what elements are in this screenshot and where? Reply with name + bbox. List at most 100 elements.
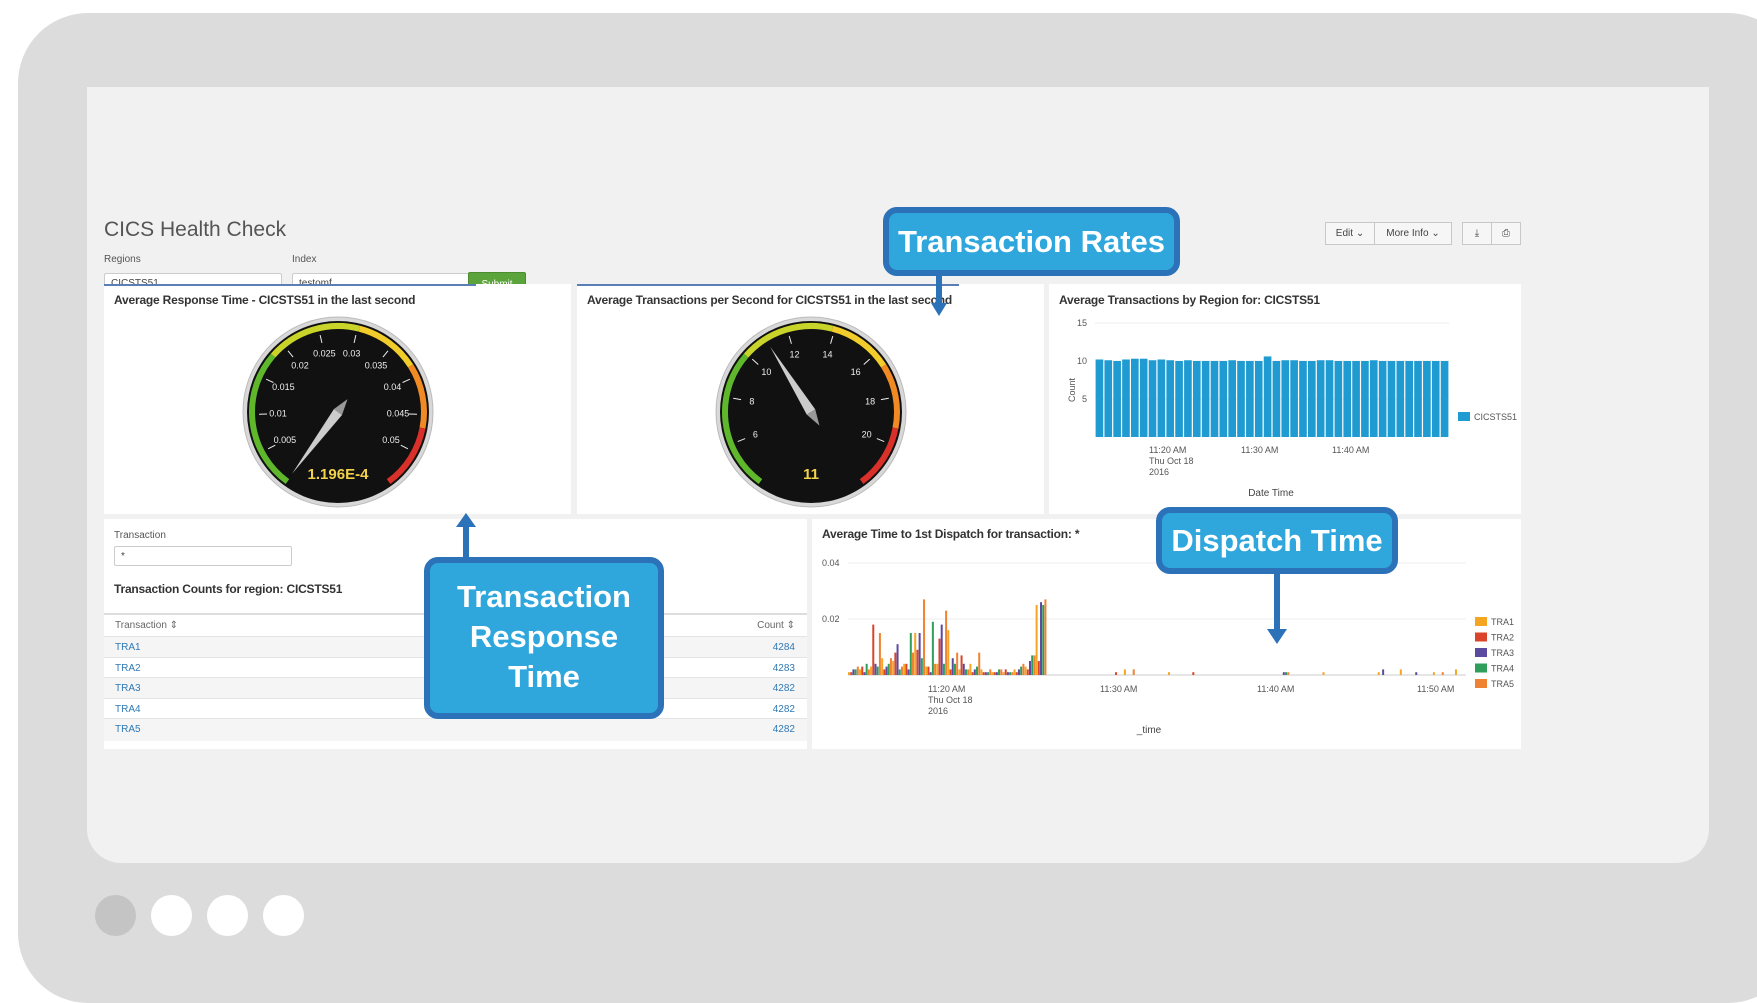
bar <box>1000 669 1002 675</box>
x-tick-label: 11:30 AM <box>1100 684 1137 694</box>
gauge-value: 1.196E-4 <box>308 466 370 483</box>
page-title: CICS Health Check <box>104 218 286 242</box>
col-transaction[interactable]: Transaction ⇕ <box>115 615 178 637</box>
bar <box>1379 361 1387 437</box>
export-button[interactable]: ⤓ <box>1462 222 1492 245</box>
bar <box>1343 361 1351 437</box>
xlabel: Date Time <box>1248 488 1294 499</box>
edit-label: Edit <box>1336 228 1353 239</box>
bar <box>890 658 892 675</box>
bar <box>1122 359 1130 437</box>
bar <box>1285 672 1287 675</box>
bar <box>996 672 998 675</box>
response-time-gauge: 0.0050.010.0150.020.0250.030.0350.040.04… <box>104 284 571 514</box>
gauge-tick-label: 8 <box>749 397 754 407</box>
gauge-tick-label: 20 <box>862 429 872 439</box>
bar <box>870 667 872 675</box>
bar <box>987 672 989 675</box>
bar <box>881 658 883 675</box>
y-tick-label: 0.02 <box>822 614 840 624</box>
legend-label: TRA5 <box>1491 679 1514 689</box>
callout-line: Response <box>430 617 658 657</box>
bar <box>1290 360 1298 437</box>
bar <box>912 653 914 675</box>
edit-button[interactable]: Edit ⌄ <box>1325 222 1375 245</box>
bar <box>1405 361 1413 437</box>
regions-label: Regions <box>104 254 141 265</box>
bar <box>958 669 960 675</box>
bar <box>932 622 934 675</box>
bar <box>879 633 881 675</box>
print-button[interactable]: ⎙ <box>1491 222 1521 245</box>
bar <box>921 658 923 675</box>
page-dot[interactable] <box>151 895 192 936</box>
page-dot[interactable] <box>263 895 304 936</box>
bar <box>1415 672 1417 675</box>
transaction-filter-input[interactable]: * <box>114 546 292 566</box>
bar <box>863 672 865 675</box>
bar <box>1202 361 1210 437</box>
transaction-link[interactable]: TRA5 <box>115 719 141 741</box>
legend-label: TRA3 <box>1491 648 1514 658</box>
bar <box>998 669 1000 675</box>
bar <box>888 664 890 675</box>
bar <box>1335 361 1343 437</box>
counts-title: Transaction Counts for region: CICSTS51 <box>114 582 342 596</box>
bar <box>952 658 954 675</box>
bar <box>855 669 857 675</box>
bar <box>930 672 932 675</box>
transaction-filter-label: Transaction <box>114 530 166 541</box>
callout-dispatch-time: Dispatch Time <box>1156 507 1398 574</box>
bar <box>936 664 938 675</box>
bar <box>967 669 969 675</box>
legend-swatch <box>1475 648 1487 657</box>
bar <box>950 669 952 675</box>
bar <box>927 667 929 675</box>
bar <box>1308 361 1316 437</box>
bar <box>1168 672 1170 675</box>
bar <box>1175 361 1183 437</box>
page-dot[interactable] <box>207 895 248 936</box>
bar <box>994 672 996 675</box>
bar <box>1104 360 1112 437</box>
bar <box>1003 672 1005 675</box>
x-tick-label: 11:50 AM <box>1417 684 1454 694</box>
col-count[interactable]: Count ⇕ <box>757 615 795 637</box>
more-info-label: More Info <box>1386 228 1428 239</box>
pagination-dots <box>95 895 304 936</box>
bar <box>874 664 876 675</box>
gauge-tick-label: 0.015 <box>272 382 295 392</box>
gauge-tick-label: 12 <box>789 349 799 359</box>
bar <box>974 669 976 675</box>
bar <box>1158 359 1166 437</box>
bar <box>852 669 854 675</box>
bar <box>1255 361 1263 437</box>
more-info-button[interactable]: More Info ⌄ <box>1374 222 1452 245</box>
bar <box>1211 361 1219 437</box>
date-line1: Thu Oct 18 <box>928 695 973 705</box>
date-line2: 2016 <box>928 706 948 716</box>
bar <box>905 664 907 675</box>
bar <box>1133 669 1135 675</box>
bar <box>1027 669 1029 675</box>
bar <box>1149 360 1157 437</box>
bar <box>1042 605 1044 675</box>
bar <box>910 633 912 675</box>
bar <box>1317 360 1325 437</box>
bar <box>857 667 859 675</box>
bar <box>901 667 903 675</box>
bar <box>1040 602 1042 675</box>
bar <box>1388 361 1396 437</box>
gauge-tick-label: 6 <box>753 429 758 439</box>
legend-swatch <box>1475 664 1487 673</box>
gauge-value: 11 <box>803 466 819 483</box>
bar <box>1011 672 1013 675</box>
by-region-chart: Count Thu Oct 18 2016 Date Time CICSTS51… <box>1049 284 1521 514</box>
bar <box>1007 672 1009 675</box>
count-link[interactable]: 4282 <box>773 719 795 741</box>
bar <box>963 664 965 675</box>
bar <box>978 653 980 675</box>
gauge-tick-label: 0.005 <box>274 435 297 445</box>
page-dot-active[interactable] <box>95 895 136 936</box>
bar <box>866 664 868 675</box>
